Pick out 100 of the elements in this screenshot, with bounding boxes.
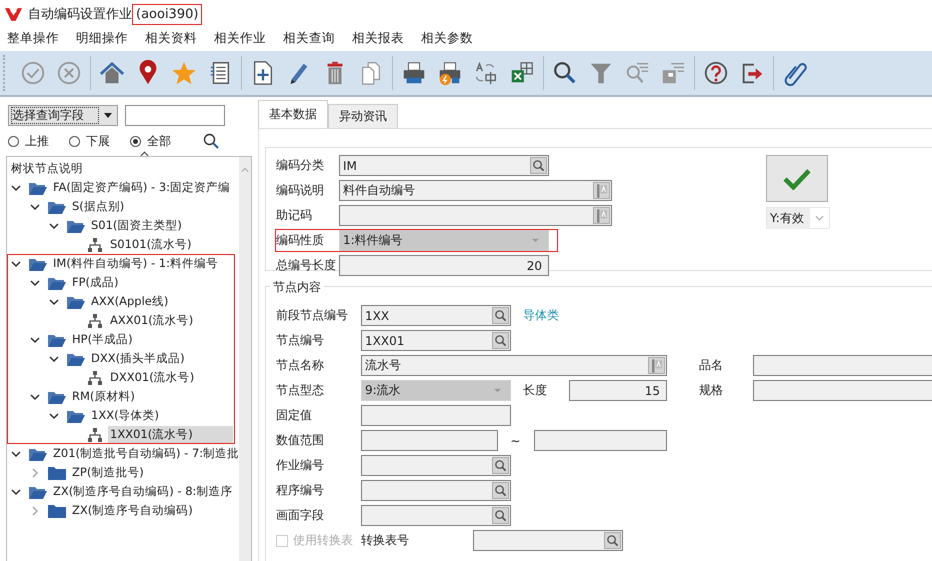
language-button[interactable] (593, 182, 610, 199)
tree-item[interactable]: ZX(制造序号自动编码) - 8:制造序 (51, 483, 236, 500)
open-folder-icon (67, 218, 85, 232)
tab[interactable]: 异动资讯 (328, 104, 398, 128)
tree-item[interactable]: FA(固定资产编码) - 3:固定资产编 (51, 179, 234, 196)
lookup-button[interactable] (492, 457, 509, 474)
radio-option[interactable]: 全部 (130, 132, 171, 150)
tree-item[interactable]: AXX01(流水号) (108, 312, 198, 329)
input-field[interactable] (339, 205, 612, 226)
input-field[interactable] (361, 430, 498, 451)
input-field[interactable] (753, 355, 932, 376)
chevron-down-icon[interactable] (49, 354, 59, 364)
menu-item[interactable]: 整单操作 (7, 30, 59, 46)
input-field[interactable] (534, 430, 667, 451)
tree-item[interactable]: AXX(Apple线) (89, 293, 172, 310)
language-button[interactable] (593, 207, 610, 224)
input-field[interactable]: 流水号 (361, 355, 667, 376)
field-label: 程序编号 (276, 482, 325, 499)
printer-export-icon[interactable] (437, 60, 463, 86)
collapse-caret-icon[interactable] (140, 151, 149, 157)
input-field[interactable]: 1XX (361, 305, 511, 326)
chevron-down-icon[interactable] (11, 448, 21, 458)
input-field[interactable] (473, 530, 623, 551)
chevron-down-icon[interactable] (30, 202, 40, 212)
status-dropdown[interactable]: Y:有效 (766, 207, 830, 229)
lookup-button[interactable] (604, 532, 621, 549)
tree-item[interactable]: RM(原材料) (70, 388, 139, 405)
chevron-down-icon[interactable] (49, 220, 59, 230)
field-label: 编码分类 (276, 157, 325, 174)
menu-item[interactable]: 明细操作 (76, 30, 128, 46)
tab[interactable]: 基本数据 (258, 100, 328, 128)
tree-item[interactable]: DXX(插头半成品) (89, 350, 189, 367)
link[interactable]: 导体类 (523, 307, 559, 324)
lookup-button[interactable] (492, 507, 509, 524)
dropdown-field[interactable]: 1:料件编号 (339, 230, 549, 251)
radio-option[interactable]: 上推 (8, 132, 49, 150)
chevron-down-icon[interactable] (11, 258, 21, 268)
menu-item[interactable]: 相关查询 (283, 30, 335, 46)
save-list-icon[interactable] (660, 60, 686, 86)
tree-item[interactable]: HP(半成品) (70, 331, 137, 348)
input-field[interactable] (361, 505, 511, 526)
tree-item[interactable]: FP(成品) (70, 274, 123, 291)
radio-button[interactable] (130, 136, 141, 146)
menu-item[interactable]: 相关资料 (145, 30, 197, 46)
search-icon[interactable] (552, 60, 578, 86)
lookup-button[interactable] (492, 482, 509, 499)
chevron-down-icon[interactable] (49, 296, 59, 306)
query-field-dropdown[interactable]: 选择查询字段 (8, 105, 118, 126)
input-field[interactable] (753, 380, 932, 401)
input-field[interactable]: 1XX01 (361, 330, 511, 351)
dropdown-field[interactable]: 9:流水 (361, 380, 511, 401)
chevron-down-icon[interactable] (30, 392, 40, 402)
input-field[interactable]: 20 (339, 255, 549, 276)
lookup-button[interactable] (530, 157, 547, 174)
window-title: 自动编码设置作业 (28, 6, 132, 23)
tree-item[interactable]: DXX01(流水号) (108, 369, 198, 386)
check-circle-icon[interactable] (20, 60, 46, 86)
input-field[interactable]: 料件自动编号 (339, 180, 612, 201)
input-field[interactable]: IM (339, 155, 549, 176)
paperclip-icon[interactable] (782, 60, 808, 86)
menu-item[interactable]: 相关作业 (214, 30, 266, 46)
menu-item[interactable]: 相关报表 (352, 30, 404, 46)
caret-icon (493, 388, 502, 393)
tree-item[interactable]: IM(料件自动编号) - 1:料件编号 (51, 255, 222, 272)
star-icon[interactable] (171, 60, 197, 86)
hierarchy-icon (86, 428, 104, 442)
query-input[interactable] (125, 105, 225, 126)
radio-button[interactable] (69, 136, 80, 146)
radio-option[interactable]: 下展 (69, 132, 110, 150)
scrollbar[interactable] (239, 157, 251, 561)
printer-icon[interactable] (401, 60, 427, 86)
input-field[interactable]: 15 (569, 380, 667, 401)
tree-item[interactable]: ZX(制造序号自动编码) (70, 502, 197, 519)
radio-button[interactable] (8, 136, 19, 146)
help-icon[interactable] (703, 60, 729, 86)
field-label: 编码性质 (276, 232, 325, 249)
radio-label: 下展 (86, 132, 110, 150)
menu-item[interactable]: 相关参数 (421, 30, 473, 46)
chevron-down-icon[interactable] (30, 278, 40, 288)
confirm-button[interactable] (766, 155, 828, 202)
chevron-down-icon[interactable] (30, 334, 40, 344)
home-icon[interactable] (99, 60, 125, 86)
tree-item[interactable]: Z01(制造批号自动编码) - 7:制造批 (51, 445, 239, 462)
input-field[interactable] (361, 480, 511, 501)
tree-item[interactable]: S0101(流水号) (108, 236, 196, 253)
input-field[interactable] (361, 455, 511, 476)
tree-item[interactable]: ZP(制造批号) (70, 464, 148, 481)
chevron-down-icon[interactable] (11, 182, 21, 192)
search-icon[interactable] (203, 133, 219, 149)
language-button[interactable] (648, 357, 665, 374)
chevron-down-icon[interactable] (11, 486, 21, 496)
tree-item[interactable]: 1XX01(流水号) (108, 426, 233, 443)
input-field[interactable] (361, 405, 511, 426)
tree-item[interactable]: S(据点别) (70, 198, 128, 215)
lookup-button[interactable] (492, 307, 509, 324)
tree-item[interactable]: S01(固资主类型) (89, 217, 186, 234)
chevron-down-icon[interactable] (49, 410, 59, 420)
tree-item[interactable]: 1XX(导体类) (89, 407, 164, 424)
lookup-button[interactable] (492, 332, 509, 349)
translate-icon[interactable] (473, 60, 499, 86)
